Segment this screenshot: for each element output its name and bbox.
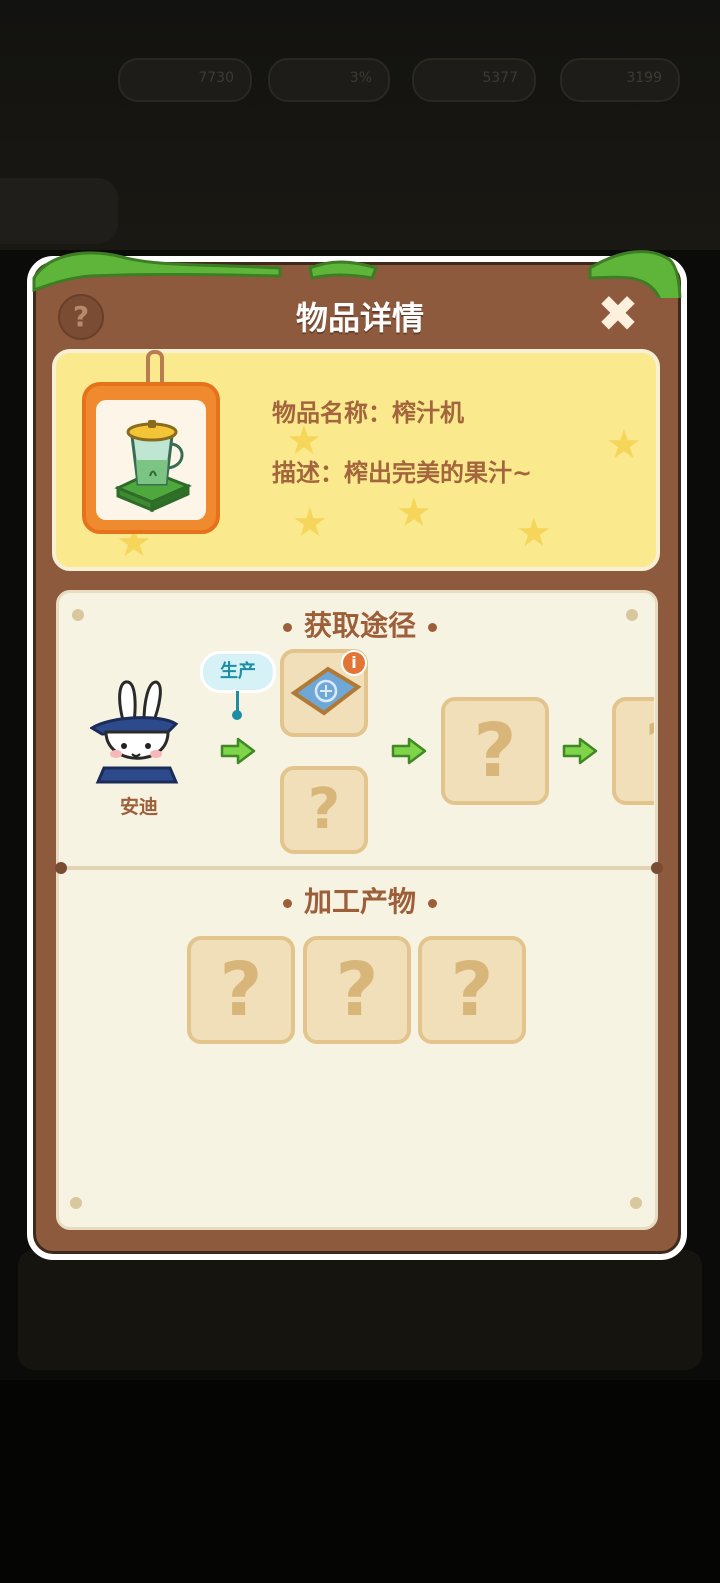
divider-end-dot (651, 862, 663, 874)
product-slot[interactable]: ? (418, 936, 526, 1044)
bubble-knob (232, 710, 242, 720)
juicer-icon (114, 420, 192, 513)
produce-label-bubble: 生产 (200, 651, 276, 693)
obtain-section-title: 获取途径 (0, 604, 720, 644)
resource-counter: 3199 (560, 58, 680, 102)
item-name-label: 物品名称：榨汁机 (272, 399, 464, 427)
item-description-label: 描述：榨出完美的果汁~ (272, 459, 533, 487)
resource-counter: 7730 (118, 58, 252, 102)
title-bullet (282, 898, 292, 908)
resource-counter: 3% (268, 58, 390, 102)
arrow-right-icon (562, 737, 598, 765)
unknown-slot[interactable]: ? (280, 766, 368, 854)
divider-end-dot (55, 862, 67, 874)
npc-andy-avatar[interactable] (90, 676, 188, 784)
arrow-right-icon (220, 737, 256, 765)
product-slot[interactable]: ? (303, 936, 411, 1044)
product-slot[interactable]: ? (187, 936, 295, 1044)
unknown-slot-clipped[interactable]: ? (612, 697, 654, 805)
section-divider (64, 866, 656, 870)
resource-counter: 5377 (412, 58, 536, 102)
star-decoration: ★ (292, 500, 328, 546)
title-bullet (282, 622, 292, 632)
corner-dot (70, 1197, 82, 1209)
background-bottom-grid (18, 1250, 702, 1370)
unknown-slot[interactable]: ? (441, 697, 549, 805)
item-tag (82, 382, 220, 534)
background-dim (0, 1380, 720, 1583)
corner-dot (630, 1197, 642, 1209)
star-decoration: ★ (516, 510, 552, 556)
products-section-title: 加工产物 (0, 880, 720, 920)
star-decoration: ★ (606, 422, 642, 468)
back-button-dimmed (0, 178, 118, 244)
arrow-right-icon (391, 737, 427, 765)
title-bullet (428, 898, 437, 908)
npc-name: 安迪 (119, 796, 158, 818)
star-decoration: ★ (396, 490, 432, 536)
unknown-slot[interactable]: ? (612, 697, 654, 805)
title-bullet (428, 622, 437, 632)
info-badge[interactable]: i (341, 650, 367, 676)
vine-decoration (32, 250, 682, 298)
close-button[interactable]: ✖ (592, 288, 644, 340)
